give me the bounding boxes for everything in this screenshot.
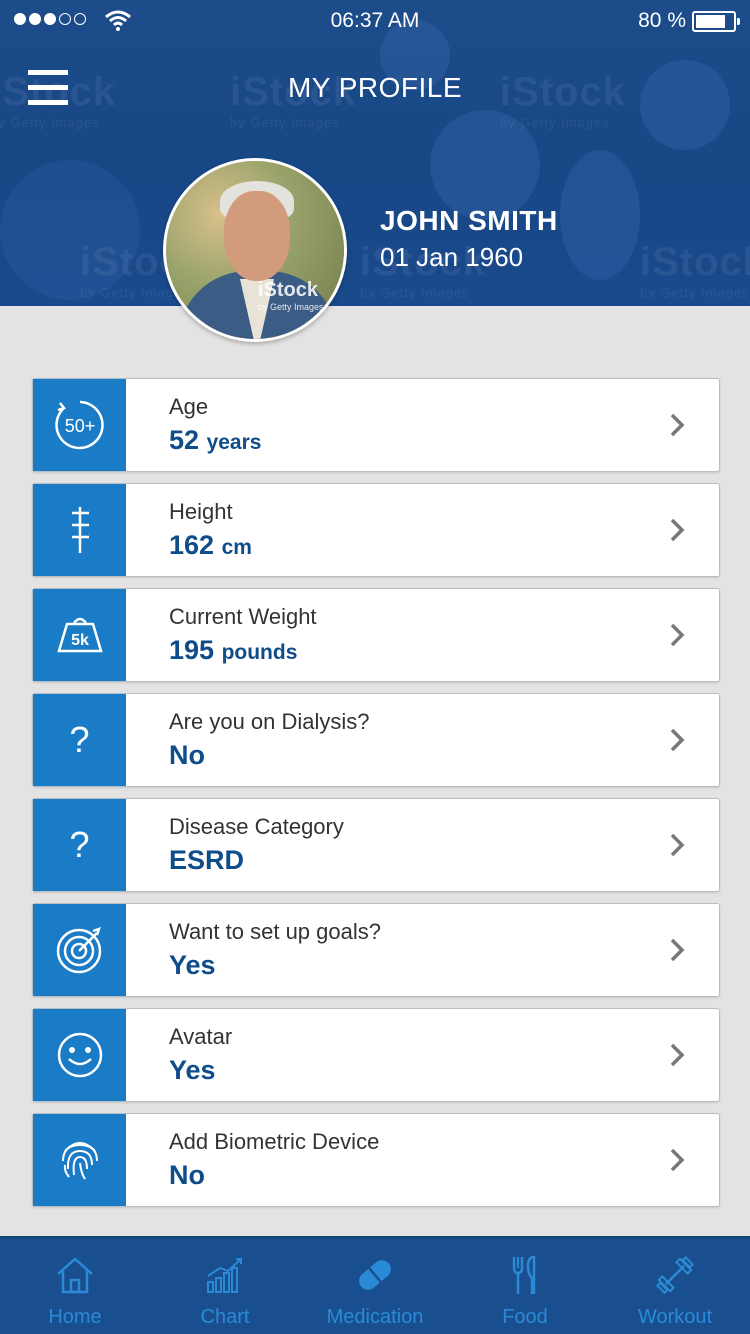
item-value: 195 pounds bbox=[169, 635, 298, 665]
item-value: 162 cm bbox=[169, 530, 252, 560]
question-icon: ? bbox=[33, 799, 126, 891]
item-label: Current Weight bbox=[169, 604, 317, 629]
item-value: No bbox=[169, 1160, 205, 1190]
profile-list: 50+ Age 52 years Height 162 cm 5k Curren… bbox=[32, 378, 720, 1218]
ruler-icon bbox=[33, 484, 126, 576]
header-watermark: iStockby Getty Images bbox=[640, 240, 750, 300]
tab-label: Food bbox=[502, 1306, 548, 1328]
home-icon bbox=[57, 1257, 93, 1294]
status-bar: 06:37 AM 80 % bbox=[0, 0, 750, 44]
smiley-icon bbox=[33, 1009, 126, 1101]
header-bokeh bbox=[560, 150, 640, 280]
chevron-right-icon[interactable] bbox=[669, 1042, 685, 1068]
tab-label: Medication bbox=[326, 1306, 424, 1328]
pill-icon bbox=[359, 1260, 391, 1290]
dumbbell-icon bbox=[655, 1255, 695, 1295]
list-item-biometric-device[interactable]: Add Biometric Device No bbox=[32, 1113, 720, 1207]
tab-home[interactable]: Home bbox=[0, 1238, 150, 1334]
item-label: Add Biometric Device bbox=[169, 1129, 380, 1154]
fingerprint-icon bbox=[33, 1114, 126, 1206]
svg-text:50+: 50+ bbox=[64, 416, 95, 436]
item-label: Avatar bbox=[169, 1024, 233, 1049]
tab-medication[interactable]: Medication bbox=[300, 1238, 450, 1334]
list-item-current-weight[interactable]: 5k Current Weight 195 pounds bbox=[32, 588, 720, 682]
list-item-avatar[interactable]: Avatar Yes bbox=[32, 1008, 720, 1102]
weight-5k-icon: 5k bbox=[33, 589, 126, 681]
list-item-age[interactable]: 50+ Age 52 years bbox=[32, 378, 720, 472]
list-item-disease-category[interactable]: ? Disease Category ESRD bbox=[32, 798, 720, 892]
item-value: 52 years bbox=[169, 425, 262, 455]
profile-dob: 01 Jan 1960 bbox=[380, 242, 524, 272]
avatar[interactable]: iStock by Getty Images bbox=[163, 158, 347, 342]
chevron-right-icon[interactable] bbox=[669, 412, 685, 438]
item-label: Want to set up goals? bbox=[169, 919, 381, 944]
chevron-right-icon[interactable] bbox=[669, 517, 685, 543]
chevron-right-icon[interactable] bbox=[669, 937, 685, 963]
question-icon: ? bbox=[33, 694, 126, 786]
chevron-right-icon[interactable] bbox=[669, 1147, 685, 1173]
list-item-height[interactable]: Height 162 cm bbox=[32, 483, 720, 577]
chevron-right-icon[interactable] bbox=[669, 622, 685, 648]
profile-header: iStock by Getty Images iStock by Getty Ima… bbox=[0, 0, 750, 306]
item-label: Age bbox=[169, 394, 209, 419]
age-50-plus-icon: 50+ bbox=[33, 379, 126, 471]
target-icon bbox=[33, 904, 126, 996]
svg-text:5k: 5k bbox=[71, 632, 89, 649]
list-item-dialysis[interactable]: ? Are you on Dialysis? No bbox=[32, 693, 720, 787]
item-value: Yes bbox=[169, 1055, 216, 1085]
tab-label: Home bbox=[48, 1306, 102, 1328]
bottom-tab-bar: Home Chart Medication Food Workout bbox=[0, 1236, 750, 1334]
item-label: Height bbox=[169, 499, 233, 524]
battery-percent: 80 % bbox=[638, 9, 686, 32]
tab-label: Workout bbox=[637, 1306, 713, 1328]
tab-label: Chart bbox=[200, 1306, 250, 1328]
tab-workout[interactable]: Workout bbox=[600, 1238, 750, 1334]
chart-icon bbox=[207, 1258, 242, 1293]
item-label: Are you on Dialysis? bbox=[169, 709, 370, 734]
tab-chart[interactable]: Chart bbox=[150, 1238, 300, 1334]
item-label: Disease Category bbox=[169, 814, 344, 839]
chevron-right-icon[interactable] bbox=[669, 832, 685, 858]
page-title: MY PROFILE bbox=[287, 72, 463, 103]
item-value: ESRD bbox=[169, 845, 245, 875]
item-value: No bbox=[169, 740, 205, 770]
fork-knife-icon bbox=[512, 1255, 536, 1294]
chevron-right-icon[interactable] bbox=[669, 727, 685, 753]
item-value: Yes bbox=[169, 950, 216, 980]
battery-icon bbox=[692, 11, 740, 32]
tab-food[interactable]: Food bbox=[450, 1238, 600, 1334]
list-item-goals[interactable]: Want to set up goals? Yes bbox=[32, 903, 720, 997]
profile-name: JOHN SMITH bbox=[380, 205, 558, 236]
photo-watermark: iStock by Getty Images bbox=[258, 279, 324, 312]
